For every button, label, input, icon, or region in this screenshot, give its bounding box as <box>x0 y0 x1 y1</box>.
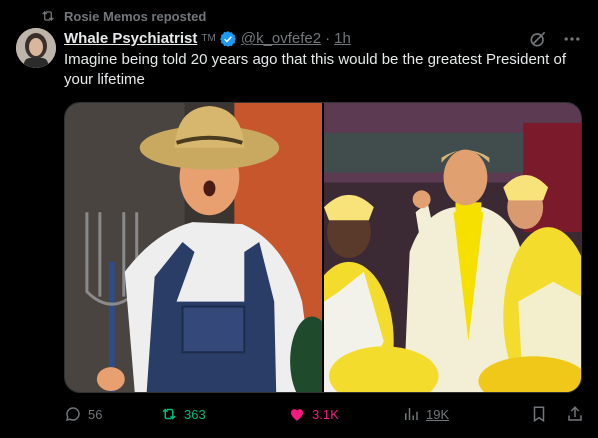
repost-count: 363 <box>184 406 206 422</box>
timestamp[interactable]: 1h <box>334 29 351 49</box>
photo-chicken-costume-stage[interactable] <box>324 103 581 392</box>
photo-farmer-costume[interactable] <box>65 103 322 392</box>
views-count: 19K <box>426 406 450 422</box>
verified-badge-icon[interactable] <box>219 30 237 48</box>
repost-button[interactable]: 363 <box>160 405 288 423</box>
header-actions <box>528 29 582 49</box>
like-count: 3.1K <box>312 406 339 422</box>
tweet-text: Imagine being told 20 years ago that thi… <box>64 51 566 88</box>
bookmark-icon[interactable] <box>530 405 548 423</box>
reply-icon <box>65 407 80 422</box>
tweet-header: Whale Psychiatrist TM @k_ovfefe2 · 1h <box>64 29 582 49</box>
avatar[interactable] <box>16 28 56 68</box>
repost-action-icon <box>162 408 176 420</box>
like-button[interactable]: 3.1K <box>288 405 402 423</box>
views-icon <box>405 408 418 420</box>
repost-indicator[interactable]: Rosie Memos reposted <box>40 8 206 24</box>
more-options-icon[interactable] <box>562 29 582 49</box>
repost-label: Rosie Memos reposted <box>64 8 207 24</box>
reply-button[interactable]: 56 <box>64 405 160 423</box>
avatar-image <box>16 28 56 68</box>
action-bar: 56 363 3.1K 19K <box>64 405 584 423</box>
share-icon[interactable] <box>566 405 584 423</box>
views-button[interactable]: 19K <box>402 405 518 423</box>
separator-dot: · <box>325 30 331 47</box>
grok-icon[interactable] <box>528 29 548 49</box>
media-grid <box>64 102 582 393</box>
tweet-card[interactable]: Rosie Memos reposted Whale Psychiatrist … <box>0 0 598 438</box>
author-name[interactable]: Whale Psychiatrist <box>64 29 197 49</box>
author-tm: TM <box>201 33 216 44</box>
reply-count: 56 <box>88 406 103 422</box>
author-handle[interactable]: @k_ovfefe2 <box>241 29 321 49</box>
action-bar-right <box>530 405 584 423</box>
repost-icon <box>42 11 54 21</box>
heart-icon <box>291 409 303 421</box>
